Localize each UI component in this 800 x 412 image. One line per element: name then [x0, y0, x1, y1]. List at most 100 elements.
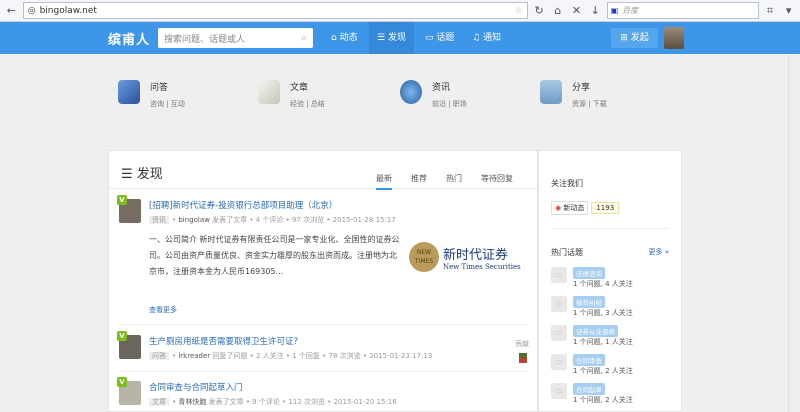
stop-icon[interactable]: ✕	[569, 4, 584, 17]
topic-icon[interactable]: ▭	[551, 383, 567, 399]
panel-header: ☰ 发现 最新 推荐 热门 等待回复	[109, 151, 537, 190]
scrollbar[interactable]	[788, 55, 800, 412]
divider	[551, 228, 669, 229]
view-more-link[interactable]: 查看更多	[149, 305, 177, 315]
topic-tag[interactable]: 借贷纠纷	[573, 296, 605, 308]
hot-topics-title: 热门话题	[551, 248, 583, 257]
download-icon[interactable]: ↓	[588, 4, 603, 17]
nav-notifications[interactable]: ♫ 通知	[464, 22, 509, 54]
follow-title: 关注我们	[551, 179, 583, 188]
url-text: bingolaw.net	[39, 5, 97, 16]
topic-stats: 1 个问题, 3 人关注	[573, 309, 633, 317]
search-icon[interactable]: ⌕	[301, 31, 307, 45]
category-sub: 前沿 | 职场	[432, 100, 467, 108]
topic-stats: 1 个问题, 2 人关注	[573, 367, 633, 375]
item-title-link[interactable]: [招聘]新时代证券-投资银行总部项目助理（北京）	[149, 199, 337, 211]
topic-icon[interactable]: ▭	[551, 325, 567, 341]
item-tag[interactable]: 问答	[149, 352, 169, 360]
topic-item: ▭ 法律咨询 1 个问题, 4 人关注	[551, 267, 669, 288]
category-title: 问答	[150, 83, 169, 93]
logo-seal: NEW TIMES	[409, 242, 439, 272]
item-tag[interactable]: 文章	[149, 398, 169, 406]
topic-icon[interactable]: ▭	[551, 354, 567, 370]
topic-icon[interactable]: ▭	[551, 267, 567, 283]
nav-label: 话题	[436, 33, 455, 43]
topic-tag[interactable]: 证券从业资格	[573, 325, 618, 337]
back-icon[interactable]: ←	[4, 4, 19, 17]
item-meta: 发表了文章 • 9 个评论 • 112 次浏览 • 2015-01-20 15:…	[208, 398, 397, 406]
category-title: 分享	[572, 83, 591, 93]
post-icon: ⊞	[620, 33, 631, 43]
verified-badge: V	[117, 377, 127, 387]
nav-topics[interactable]: ▭ 话题	[417, 22, 462, 54]
weibo-follow-button[interactable]: ◉ 新动态	[551, 201, 589, 215]
category-title: 文章	[290, 83, 309, 93]
item-user[interactable]: bingolaw	[178, 216, 210, 224]
menu-icon[interactable]: ▾	[781, 4, 796, 17]
item-title-link[interactable]: 生产厕房用纸是否需要取得卫生许可证？	[149, 335, 302, 347]
divider	[119, 371, 527, 372]
address-bar[interactable]: ◎ bingolaw.net ☆	[22, 2, 528, 19]
item-meta: 回复了问题 • 2 人关注 • 1 个回复 • 78 次浏览 • 2015-01…	[212, 352, 433, 360]
topic-item: ▭ 合同起草 1 个问题, 2 人关注	[551, 383, 669, 404]
item-user[interactable]: lrkreader	[178, 352, 210, 360]
browser-search-input[interactable]: ▣ 百度	[606, 2, 759, 19]
tab-hot[interactable]: 热门	[446, 173, 462, 184]
category-share[interactable]: 分享 资源 | 下载	[540, 80, 607, 109]
nav-feed[interactable]: ⌂ 动态	[323, 22, 366, 54]
tab-latest[interactable]: 最新	[376, 173, 392, 190]
panel-title: 发现	[136, 167, 163, 182]
verified-badge: V	[117, 331, 127, 341]
contributor-avatar[interactable]	[519, 353, 527, 363]
crop-icon[interactable]: ⌗	[763, 4, 778, 18]
item-description: 一、公司简介 新时代证券有限责任公司是一家专业化、全国性的证券公司。公司由资产质…	[149, 235, 400, 276]
star-icon[interactable]: ☆	[515, 6, 523, 16]
tab-recommended[interactable]: 推荐	[411, 173, 427, 184]
more-topics-link[interactable]: 更多 »	[648, 247, 669, 258]
category-qa[interactable]: 问答咨询 | 互动	[118, 80, 185, 109]
discover-panel: ☰ 发现 最新 推荐 热门 等待回复 V [招聘]新时代证券-投资银行总部项目助…	[108, 150, 538, 412]
nav-label: 通知	[482, 33, 501, 43]
weibo-count: 1193	[591, 202, 620, 214]
home-icon[interactable]: ⌂	[550, 4, 565, 17]
compass-icon	[400, 80, 422, 104]
list-icon: ☰	[377, 33, 388, 43]
folder-icon	[540, 80, 562, 104]
topic-tag[interactable]: 合同起草	[573, 383, 605, 395]
sidebar: 关注我们 ◉ 新动态 1193 热门话题 更多 » ▭ 法律咨询 1 个问题, 4 人关…	[538, 150, 682, 412]
nav-label: 发现	[387, 33, 406, 43]
user-avatar[interactable]	[664, 27, 684, 49]
new-times-logo: NEW TIMES 新时代证券 New Times Securities	[409, 242, 521, 272]
topic-tag[interactable]: 合同审查	[573, 354, 605, 366]
item-user[interactable]: 青林快跑	[178, 398, 206, 406]
nav-discover[interactable]: ☰ 发现	[369, 22, 414, 54]
chat-icon: ▭	[425, 33, 437, 43]
topic-stats: 1 个问题, 4 人关注	[573, 280, 633, 288]
divider	[119, 324, 527, 325]
tab-unanswered[interactable]: 等待回复	[481, 173, 513, 184]
category-news[interactable]: 资讯前沿 | 职场	[400, 80, 467, 109]
topic-item: ▭ 证券从业资格 1 个问题, 1 人关注	[551, 325, 669, 346]
baidu-icon: ▣	[610, 6, 619, 15]
site-search-input[interactable]: 搜索问题、话题或人 ⌕	[158, 28, 313, 48]
post-button[interactable]: ⊞ 发起	[611, 28, 658, 48]
topic-stats: 1 个问题, 1 人关注	[573, 338, 633, 346]
reload-icon[interactable]: ↻	[532, 4, 547, 17]
nav-label: 动态	[339, 33, 358, 43]
category-title: 资讯	[432, 83, 451, 93]
topic-stats: 1 个问题, 2 人关注	[573, 396, 633, 404]
topic-icon[interactable]: ▭	[551, 296, 567, 312]
category-sub: 咨询 | 互动	[150, 100, 185, 108]
home-icon: ⌂	[331, 33, 340, 43]
item-meta: 发表了文章 • 4 个评论 • 97 次浏览 • 2015-01-28 15:1…	[212, 216, 396, 224]
item-title-link[interactable]: 合同审查与合同起草入门	[149, 381, 243, 393]
search-engine-label: 百度	[622, 6, 639, 15]
item-tag[interactable]: 资讯	[149, 216, 169, 224]
site-logo[interactable]: 缤甫人	[108, 29, 150, 48]
topic-item: ▭ 合同审查 1 个问题, 2 人关注	[551, 354, 669, 375]
topic-tag[interactable]: 法律咨询	[573, 267, 605, 279]
finder-icon	[118, 80, 140, 104]
category-articles[interactable]: 文章 经验 | 总结	[258, 80, 325, 109]
logo-cn: 新时代证券	[443, 247, 509, 263]
weibo-icon: ◉	[555, 204, 562, 212]
